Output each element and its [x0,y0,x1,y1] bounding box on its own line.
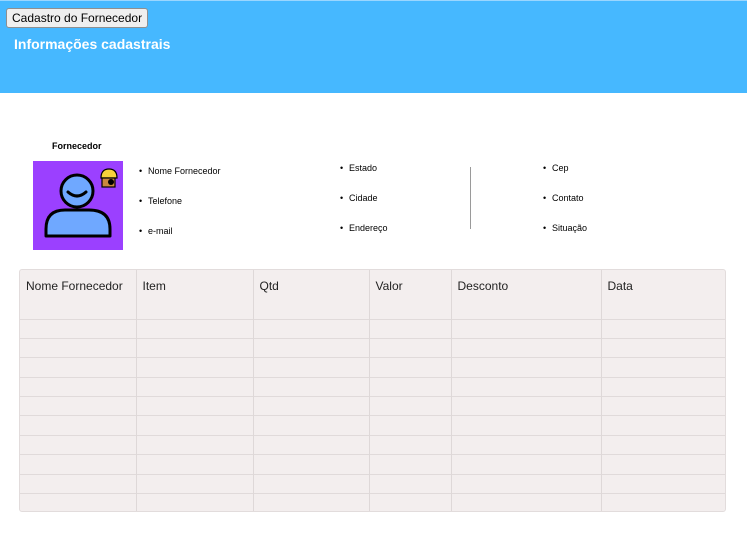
table-cell[interactable] [136,434,254,455]
table-cell[interactable] [601,415,725,436]
table-cell[interactable] [136,493,254,511]
table-cell[interactable] [451,337,602,358]
table-row[interactable] [20,434,725,455]
table-cell[interactable] [451,318,602,339]
info-item-situacao: Situação [543,223,587,233]
table-cell[interactable] [20,376,137,397]
table-row[interactable] [20,493,725,511]
table-cell[interactable] [253,396,370,416]
table-cell[interactable] [253,337,370,358]
table-cell[interactable] [451,376,602,397]
table-row[interactable] [20,415,725,436]
table-cell[interactable] [451,434,602,455]
table-row[interactable] [20,454,725,475]
table-cell[interactable] [253,493,370,511]
table-cell[interactable] [20,337,137,358]
table-cell[interactable] [136,357,254,378]
column-divider [470,167,471,229]
table-cell[interactable] [451,493,602,511]
table-cell[interactable] [601,434,725,455]
table-cell[interactable] [20,493,137,511]
table-cell[interactable] [601,376,725,397]
table-cell[interactable] [451,357,602,378]
table-cell[interactable] [253,473,370,494]
info-item-cidade: Cidade [340,193,378,203]
table-cell[interactable] [136,396,254,416]
table-cell[interactable] [451,473,602,494]
table-cell[interactable] [136,376,254,397]
column-header-qtd[interactable]: Qtd [253,270,370,319]
table-cell[interactable] [20,357,137,378]
info-item-email: e-mail [139,226,173,236]
table-cell[interactable] [136,415,254,436]
supplier-avatar [33,161,123,250]
table-cell[interactable] [451,415,602,436]
table-cell[interactable] [253,376,370,397]
table-cell[interactable] [451,454,602,475]
table-row[interactable] [20,337,725,358]
table-cell[interactable] [601,318,725,339]
table-cell[interactable] [136,337,254,358]
supplier-worker-icon [44,168,118,238]
info-item-cep: Cep [543,163,569,173]
table-cell[interactable] [136,318,254,339]
header-banner: Cadastro do Fornecedor Informações cadas… [0,0,747,93]
table-row[interactable] [20,473,725,494]
page-title: Informações cadastrais [14,36,171,52]
table-cell[interactable] [20,318,137,339]
column-header-nome-fornecedor[interactable]: Nome Fornecedor [20,270,137,319]
table-cell[interactable] [601,493,725,511]
column-header-data[interactable]: Data [601,270,725,319]
table-cell[interactable] [369,493,452,511]
column-header-desconto[interactable]: Desconto [451,270,602,319]
table-cell[interactable] [451,396,602,416]
table-cell[interactable] [369,318,452,339]
info-item-telefone: Telefone [139,196,182,206]
supplier-label: Fornecedor [52,141,102,151]
table-cell[interactable] [369,337,452,358]
table-row[interactable] [20,318,725,339]
table-cell[interactable] [601,396,725,416]
table-cell[interactable] [253,357,370,378]
table-cell[interactable] [601,357,725,378]
table-cell[interactable] [20,396,137,416]
table-cell[interactable] [369,415,452,436]
table-cell[interactable] [20,454,137,475]
table-cell[interactable] [253,415,370,436]
table-cell[interactable] [369,376,452,397]
column-header-item[interactable]: Item [136,270,254,319]
table-cell[interactable] [253,318,370,339]
table-cell[interactable] [601,337,725,358]
table-cell[interactable] [136,473,254,494]
purchases-table: Nome Fornecedor Item Qtd Valor Desconto … [19,269,726,512]
table-row[interactable] [20,396,725,416]
table-cell[interactable] [369,357,452,378]
table-cell[interactable] [253,434,370,455]
table-cell[interactable] [20,473,137,494]
table-cell[interactable] [601,473,725,494]
table-cell[interactable] [253,454,370,475]
table-cell[interactable] [369,434,452,455]
info-item-endereco: Endereço [340,223,388,233]
info-item-contato: Contato [543,193,584,203]
table-row[interactable] [20,376,725,397]
table-body [20,318,725,511]
table-header-row: Nome Fornecedor Item Qtd Valor Desconto … [20,270,725,319]
table-cell[interactable] [136,454,254,475]
table-cell[interactable] [20,415,137,436]
info-item-estado: Estado [340,163,377,173]
table-cell[interactable] [601,454,725,475]
supplier-register-button[interactable]: Cadastro do Fornecedor [6,8,149,28]
table-cell[interactable] [369,454,452,475]
info-item-nome-fornecedor: Nome Fornecedor [139,166,221,176]
column-header-valor[interactable]: Valor [369,270,452,319]
table-cell[interactable] [369,396,452,416]
table-cell[interactable] [369,473,452,494]
table-cell[interactable] [20,434,137,455]
table-row[interactable] [20,357,725,378]
